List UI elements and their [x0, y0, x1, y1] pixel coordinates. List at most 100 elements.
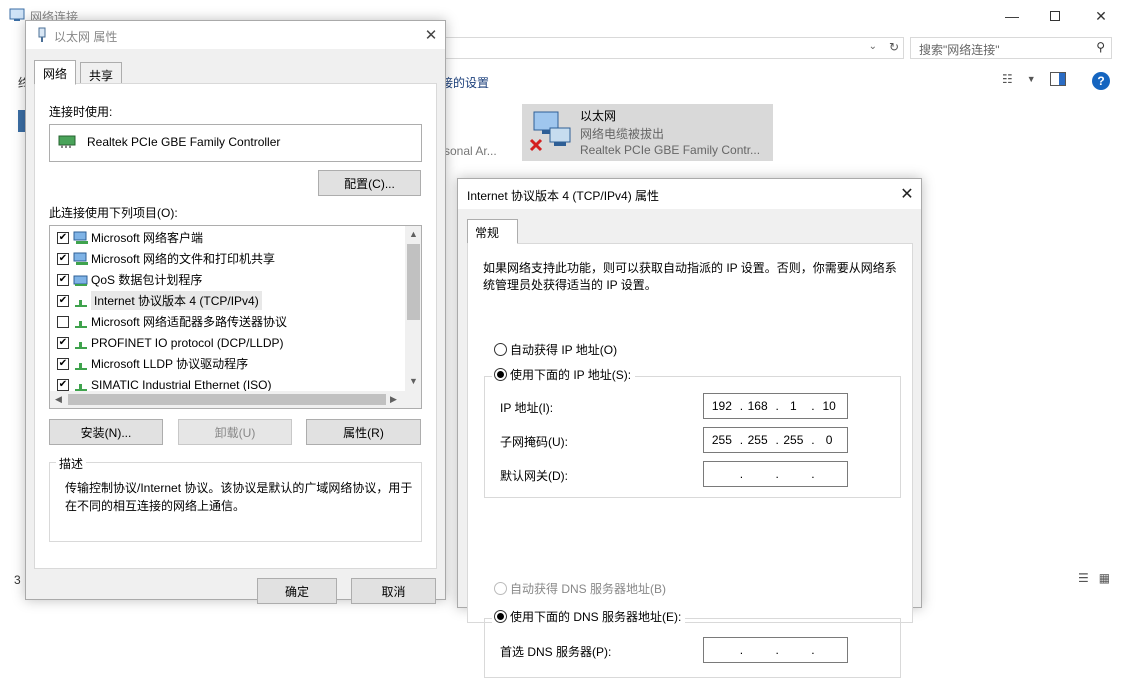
chevron-down-icon[interactable]: ⌄: [869, 41, 877, 52]
qos-icon: [73, 273, 89, 287]
item-label: Microsoft 网络适配器多路传送器协议: [91, 315, 288, 329]
properties-button[interactable]: 属性(R): [306, 419, 421, 445]
octet[interactable]: 255: [776, 433, 812, 447]
dialog-title: 以太网 属性: [54, 30, 118, 44]
close-icon: ✕: [1095, 7, 1107, 24]
octet[interactable]: 168: [740, 399, 776, 413]
scroll-thumb[interactable]: [407, 244, 420, 320]
checkbox[interactable]: ✔: [57, 378, 69, 391]
octet[interactable]: 0: [811, 433, 847, 447]
checkbox[interactable]: ✔: [57, 252, 69, 265]
refresh-icon[interactable]: ↻: [889, 40, 899, 54]
close-button[interactable]: ✕: [420, 24, 442, 46]
checkbox[interactable]: ✔: [57, 231, 69, 244]
change-connection-settings-link[interactable]: 接的设置: [441, 74, 489, 91]
radio-button[interactable]: [494, 367, 507, 381]
change-view-icon[interactable]: ☷: [1002, 72, 1013, 86]
intro-text: 如果网络支持此功能，则可以获取自动指派的 IP 设置。否则，你需要从网络系统管理…: [483, 261, 897, 292]
auto-ip-radio[interactable]: 自动获得 IP 地址(O): [494, 341, 617, 358]
gateway-field[interactable]: . . .: [703, 461, 848, 487]
protocol-icon: [73, 357, 89, 371]
maximize-icon: [1050, 11, 1060, 21]
tab-general[interactable]: 常规: [467, 219, 518, 244]
maximize-button[interactable]: [1032, 0, 1078, 32]
octet[interactable]: 1: [776, 399, 812, 413]
list-item[interactable]: ✔ QoS 数据包计划程序: [50, 269, 406, 290]
protocol-icon: [73, 378, 89, 392]
auto-ip-label: 自动获得 IP 地址(O): [510, 343, 618, 357]
dialog-title: Internet 协议版本 4 (TCP/IPv4) 属性: [467, 189, 660, 203]
tiles-view-icon[interactable]: ▦: [1099, 571, 1110, 585]
dialog-title-bar: Internet 协议版本 4 (TCP/IPv4) 属性 ✕: [458, 179, 921, 209]
list-item-selected[interactable]: ✔ Internet 协议版本 4 (TCP/IPv4): [50, 290, 406, 311]
search-input[interactable]: 搜索"网络连接" ⚲: [910, 37, 1112, 59]
connection-status: 网络电缆被拔出: [580, 127, 665, 141]
install-button[interactable]: 安装(N)...: [49, 419, 163, 445]
scroll-down-icon[interactable]: ▼: [409, 376, 418, 386]
ethernet-adapter-icon: [529, 111, 571, 152]
list-item[interactable]: ✔ Microsoft LLDP 协议驱动程序: [50, 353, 406, 374]
description-label: 描述: [56, 455, 87, 472]
subnet-mask-field[interactable]: 255. 255. 255. 0: [703, 427, 848, 453]
address-bar[interactable]: ⌄ ↻: [440, 37, 904, 59]
horizontal-scrollbar[interactable]: ◀ ▶: [50, 391, 421, 408]
scroll-right-icon[interactable]: ▶: [390, 394, 397, 405]
octet[interactable]: 10: [811, 399, 847, 413]
list-item[interactable]: ✔ PROFINET IO protocol (DCP/LLDP): [50, 332, 406, 353]
close-button[interactable]: ✕: [896, 183, 918, 205]
checkbox[interactable]: ✔: [57, 273, 69, 286]
ethernet-properties-dialog: 以太网 属性 ✕ 网络 共享 连接时使用: Realtek PCIe GBE F…: [25, 20, 446, 604]
close-button[interactable]: ✕: [1078, 0, 1124, 32]
preferred-dns-field[interactable]: . . .: [703, 637, 848, 663]
auto-dns-label: 自动获得 DNS 服务器地址(B): [510, 582, 667, 596]
radio-button[interactable]: [494, 609, 507, 623]
details-view-icon[interactable]: ☰: [1078, 571, 1089, 585]
gateway-label: 默认网关(D):: [500, 469, 568, 483]
octet[interactable]: 192: [704, 399, 740, 413]
list-item[interactable]: ✔ Microsoft 网络的文件和打印机共享: [50, 248, 406, 269]
network-card-icon: [58, 135, 76, 148]
item-label: SIMATIC Industrial Ethernet (ISO): [91, 377, 272, 392]
scroll-thumb[interactable]: [68, 394, 386, 405]
use-ip-radio[interactable]: 使用下面的 IP 地址(S):: [492, 366, 636, 382]
adapter-box: Realtek PCIe GBE Family Controller: [49, 124, 422, 162]
uninstall-button[interactable]: 卸载(U): [178, 419, 292, 445]
vertical-scrollbar[interactable]: ▲ ▼: [405, 226, 421, 391]
octet[interactable]: 255: [740, 433, 776, 447]
auto-dns-radio[interactable]: 自动获得 DNS 服务器地址(B): [494, 580, 666, 597]
network-client-icon: [73, 231, 89, 245]
status-view-icons: ☰ ▦: [1078, 571, 1110, 585]
ip-address-field[interactable]: 192. 168. 1. 10: [703, 393, 848, 419]
list-item[interactable]: Microsoft 网络适配器多路传送器协议: [50, 311, 406, 332]
components-list[interactable]: ✔ Microsoft 网络客户端 ✔ Microsoft 网络的文件和打印机共…: [49, 225, 422, 409]
cancel-button[interactable]: 取消: [351, 578, 436, 604]
checkbox[interactable]: [57, 315, 69, 328]
scroll-left-icon[interactable]: ◀: [55, 394, 62, 405]
preview-pane-icon[interactable]: [1049, 72, 1066, 86]
checkbox[interactable]: ✔: [57, 357, 69, 370]
help-icon[interactable]: ?: [1092, 72, 1110, 90]
ok-button[interactable]: 确定: [257, 578, 337, 604]
checkbox[interactable]: ✔: [57, 294, 69, 307]
use-ip-label: 使用下面的 IP 地址(S):: [510, 367, 632, 382]
tab-sharing[interactable]: 共享: [80, 62, 123, 84]
radio-button[interactable]: [494, 582, 507, 595]
ethernet-connection-tile[interactable]: 以太网 网络电缆被拔出 Realtek PCIe GBE Family Cont…: [522, 104, 773, 161]
configure-button[interactable]: 配置(C)...: [318, 170, 421, 196]
chevron-down-icon[interactable]: ▼: [1027, 74, 1036, 84]
description-group: 描述 传输控制协议/Internet 协议。该协议是默认的广域网络协议，用于在不…: [49, 455, 422, 542]
octet[interactable]: 255: [704, 433, 740, 447]
tab-network[interactable]: 网络: [34, 60, 77, 85]
use-dns-radio[interactable]: 使用下面的 DNS 服务器地址(E):: [492, 608, 686, 624]
view-options: ☷ ▼: [1002, 72, 1066, 86]
minimize-button[interactable]: —: [989, 0, 1035, 32]
item-label: Microsoft 网络客户端: [91, 231, 204, 245]
network-tab-page: 连接时使用: Realtek PCIe GBE Family Controlle…: [34, 83, 437, 569]
minimize-icon: —: [1005, 8, 1019, 24]
radio-button[interactable]: [494, 343, 507, 356]
network-folder-icon: [9, 8, 25, 21]
network-adapter-icon: [38, 27, 46, 42]
list-item[interactable]: ✔ Microsoft 网络客户端: [50, 227, 406, 248]
scroll-up-icon[interactable]: ▲: [409, 229, 418, 239]
checkbox[interactable]: ✔: [57, 336, 69, 349]
